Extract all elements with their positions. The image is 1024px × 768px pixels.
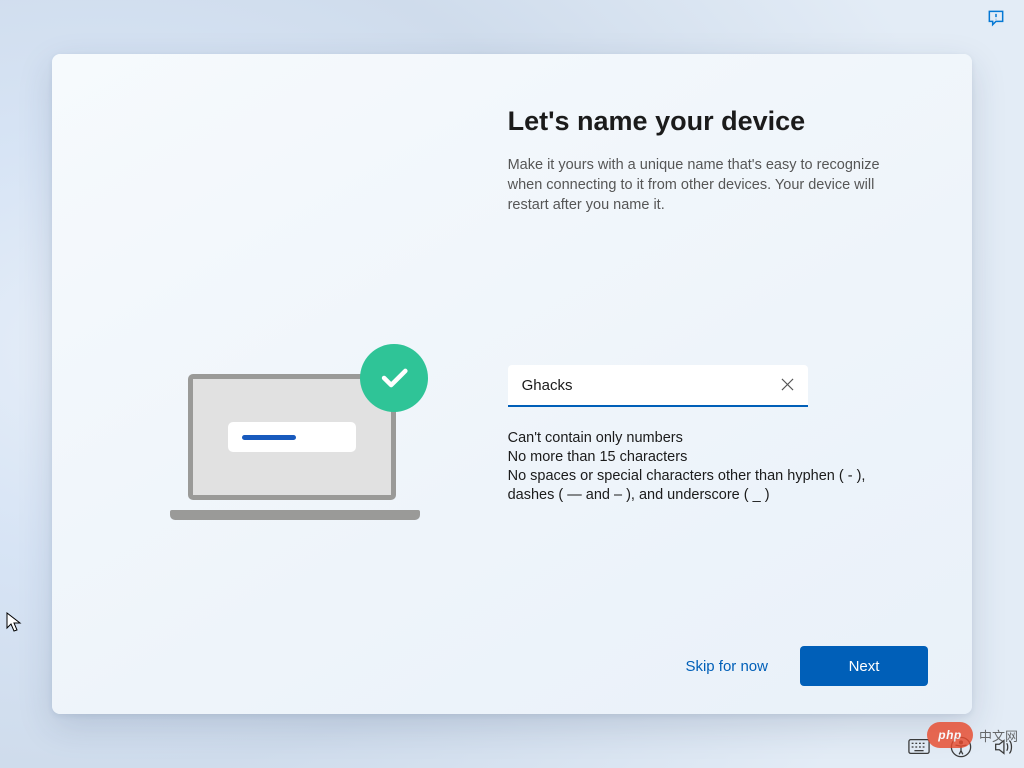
- laptop-field: [228, 422, 356, 452]
- rule-line: No more than 15 characters: [508, 448, 908, 467]
- page-title: Let's name your device: [508, 106, 944, 137]
- volume-icon[interactable]: [992, 736, 1014, 758]
- device-name-field: [508, 365, 808, 407]
- check-badge-icon: [360, 344, 428, 412]
- clear-input-button[interactable]: [776, 374, 800, 398]
- button-row: Skip for now Next: [679, 646, 928, 686]
- skip-button[interactable]: Skip for now: [679, 646, 774, 686]
- content-panel: Let's name your device Make it yours wit…: [494, 54, 972, 714]
- illustration-panel: [52, 54, 494, 714]
- system-tray: [908, 736, 1014, 758]
- accessibility-icon[interactable]: [950, 736, 972, 758]
- oobe-card: Let's name your device Make it yours wit…: [52, 54, 972, 714]
- laptop-illustration: [170, 350, 430, 520]
- naming-rules: Can't contain only numbers No more than …: [508, 429, 908, 504]
- cursor-icon: [6, 612, 22, 634]
- loading-bar-icon: [242, 435, 296, 440]
- device-name-input[interactable]: [508, 365, 808, 407]
- feedback-icon[interactable]: [986, 8, 1006, 28]
- keyboard-icon[interactable]: [908, 736, 930, 758]
- rule-line: Can't contain only numbers: [508, 429, 908, 448]
- close-icon: [781, 378, 794, 394]
- page-description: Make it yours with a unique name that's …: [508, 155, 898, 215]
- laptop-base: [170, 510, 420, 520]
- rule-line: No spaces or special characters other th…: [508, 467, 908, 505]
- next-button[interactable]: Next: [800, 646, 928, 686]
